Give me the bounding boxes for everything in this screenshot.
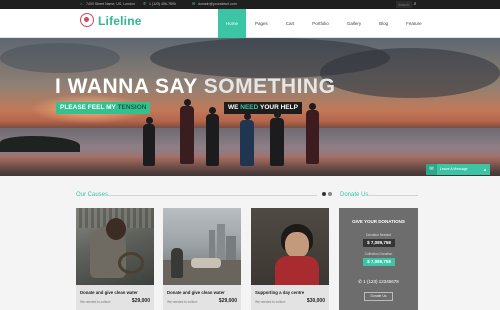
cause-amount: $30,000 xyxy=(306,298,325,304)
search-input[interactable] xyxy=(396,1,412,8)
tagline-1-accent: TENSION xyxy=(117,104,147,111)
causes-title: Our Causes xyxy=(76,192,109,198)
address-info: ⌂ 7400 Street Name, US, London xyxy=(80,1,135,7)
cause-title[interactable]: Donate and give clean water xyxy=(80,290,138,295)
cause-needed-label: We needed to collect: xyxy=(255,300,286,304)
tagline-2-text-a: WE xyxy=(228,104,241,111)
donate-title: Donate Us xyxy=(340,192,369,198)
cause-photo[interactable] xyxy=(163,208,241,285)
phone-info: ✆ 1 (123) 456-7890 xyxy=(143,1,176,7)
tagline-2-text-b: YOUR HELP xyxy=(258,104,298,111)
hero-cloud xyxy=(320,48,500,98)
nav-item-blog[interactable]: Blog xyxy=(370,9,397,38)
cause-photo[interactable] xyxy=(251,208,329,285)
hero-tagline-1: PLEASE FEEL MY TENSION xyxy=(56,102,151,114)
hero-cloud xyxy=(0,43,120,73)
hero-person xyxy=(240,113,254,166)
search-icon[interactable]: ⌕ xyxy=(412,1,418,8)
donate-phone-number: 1 (123) 12345678 xyxy=(363,279,399,284)
hero-trees xyxy=(0,136,80,152)
hero-person xyxy=(143,117,155,166)
donate-heading: GIVE YOUR DONATIONS xyxy=(352,219,405,224)
cause-needed-label: We needed to collect: xyxy=(167,300,198,304)
brand-logo[interactable]: Lifeline xyxy=(98,14,142,28)
email-info[interactable]: ✉ domain@yoursiteurl.com xyxy=(192,1,237,7)
cause-card[interactable]: Supporting a day centre We needed to col… xyxy=(251,208,329,310)
phone-icon: ✆ xyxy=(143,1,147,6)
donation-needed-label: Donation Needed xyxy=(366,233,391,237)
home-icon: ⌂ xyxy=(80,1,83,6)
donate-phone: ✆ 1 (123) 12345678 xyxy=(339,279,418,285)
hero-tagline-2: WE NEED YOUR HELP xyxy=(224,102,302,114)
cause-title[interactable]: Supporting a day centre xyxy=(255,290,304,295)
address-text: 7400 Street Name, US, London xyxy=(86,2,135,6)
leave-message-button[interactable]: ✉ Leave A Message ▲ xyxy=(426,164,490,175)
donation-collected-value: $ 7,089,758 xyxy=(363,258,395,266)
nav-item-cart[interactable]: Cart xyxy=(277,9,304,38)
carousel-dot[interactable] xyxy=(328,192,332,196)
phone-text: 1 (123) 456-7890 xyxy=(149,2,176,6)
logo-mark-icon[interactable] xyxy=(80,13,94,27)
donate-panel: GIVE YOUR DONATIONS Donation Needed $ 7,… xyxy=(339,208,418,310)
nav-item-gallery[interactable]: Gallery xyxy=(338,9,370,38)
tagline-1-text: PLEASE FEEL MY xyxy=(60,104,118,111)
chat-icon: ✉ xyxy=(426,164,437,175)
nav-item-home[interactable]: Home xyxy=(218,9,247,38)
nav-item-feature[interactable]: Feature xyxy=(397,9,431,38)
top-bar: ⌂ 7400 Street Name, US, London ✆ 1 (123)… xyxy=(0,0,500,9)
hero-person xyxy=(306,103,319,164)
donate-button[interactable]: Donate Us xyxy=(364,292,393,301)
nav-item-pages[interactable]: Pages xyxy=(246,9,277,38)
cause-needed-label: We needed to collect: xyxy=(80,300,111,304)
cause-title[interactable]: Donate and give clean water xyxy=(167,290,225,295)
cause-amount: $29,000 xyxy=(218,298,237,304)
cause-amount: $29,000 xyxy=(131,298,150,304)
tagline-2-accent: NEED xyxy=(240,104,259,111)
donation-collected-label: Collection Donation xyxy=(364,252,393,256)
cause-card[interactable]: Donate and give clean water We needed to… xyxy=(76,208,154,310)
cause-card[interactable]: Donate and give clean water We needed to… xyxy=(163,208,241,310)
hero-person xyxy=(206,107,219,166)
cause-photo[interactable] xyxy=(76,208,154,285)
hero-title-part1: I WANNA SAY xyxy=(55,75,204,98)
nav-item-portfolio[interactable]: Portfolio xyxy=(303,9,338,38)
leave-message-label: Leave A Message xyxy=(440,167,468,171)
causes-divider xyxy=(107,195,317,196)
carousel-dot[interactable] xyxy=(322,192,326,196)
causes-carousel-nav[interactable] xyxy=(322,192,332,196)
mail-icon: ✉ xyxy=(192,1,196,6)
hero-title-part2: SOMETHING xyxy=(203,75,336,98)
hero-title: I WANNA SAY SOMETHING xyxy=(55,75,335,99)
email-text[interactable]: domain@yoursiteurl.com xyxy=(198,2,237,6)
content-area xyxy=(0,176,500,310)
hero-person xyxy=(270,111,284,166)
chevron-up-icon: ▲ xyxy=(483,167,487,172)
hero-person xyxy=(180,99,194,164)
main-nav: Home Pages Cart Portfolio Gallery Blog F… xyxy=(218,9,431,38)
donation-needed-value: $ 7,089,758 xyxy=(363,239,395,247)
donate-divider xyxy=(368,195,418,196)
